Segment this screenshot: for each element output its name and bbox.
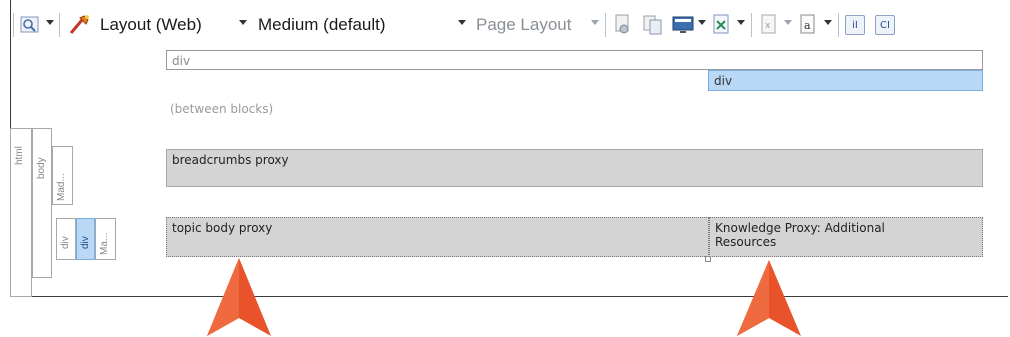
chevron-down-icon[interactable] — [591, 20, 599, 25]
structure-label-ma: Ma... — [99, 232, 110, 255]
preview-icon[interactable] — [611, 13, 635, 37]
structure-bar-mad[interactable]: Mad... — [52, 146, 73, 205]
page-layout-dropdown[interactable]: Page Layout — [476, 13, 571, 37]
topic-body-proxy-label: topic body proxy — [172, 221, 273, 235]
structure-label-body: body — [36, 157, 47, 179]
div-block-label: div — [172, 54, 191, 68]
div-block-label: div — [714, 74, 733, 88]
toolbar: Layout (Web) Medium (default) Page Layou… — [11, 0, 1007, 47]
knowledge-proxy[interactable]: Knowledge Proxy: Additional Resources — [709, 217, 983, 257]
variable-icon[interactable]: x — [757, 13, 781, 37]
chevron-down-icon[interactable] — [737, 20, 745, 25]
medium-dropdown[interactable]: Medium (default) — [258, 13, 386, 37]
arrow-pointer-icon — [207, 258, 271, 336]
chevron-down-icon[interactable] — [698, 20, 706, 25]
ci-icon[interactable]: CI — [873, 13, 897, 37]
chevron-down-icon[interactable] — [46, 20, 54, 25]
breadcrumbs-proxy[interactable]: breadcrumbs proxy — [166, 149, 983, 187]
structure-label-div: div — [60, 236, 71, 249]
toolbar-separator — [13, 13, 14, 37]
chevron-down-icon[interactable] — [824, 20, 832, 25]
between-blocks-label: (between blocks) — [170, 102, 274, 116]
div-block-top[interactable]: div — [166, 50, 983, 70]
knowledge-proxy-label: Knowledge Proxy: Additional Resources — [715, 221, 885, 249]
chevron-down-icon[interactable] — [784, 20, 792, 25]
structure-label-mad: Mad... — [56, 173, 67, 201]
resize-handle[interactable] — [705, 256, 711, 262]
structure-bar-ma[interactable]: Ma... — [95, 218, 116, 260]
view-icon[interactable] — [19, 13, 41, 37]
div-block-selected[interactable]: div — [708, 70, 983, 91]
copy-layout-icon[interactable] — [641, 13, 665, 37]
toolbar-separator — [59, 13, 60, 37]
style-wand-icon[interactable] — [67, 13, 93, 37]
toolbar-separator — [751, 13, 752, 37]
text-format-icon[interactable]: a — [796, 13, 820, 37]
structure-bar-html[interactable]: html — [10, 128, 32, 297]
topic-body-proxy[interactable]: topic body proxy — [166, 217, 709, 257]
structure-bar-div-selected[interactable]: div — [76, 218, 95, 260]
monitor-icon[interactable] — [671, 13, 695, 37]
toolbar-separator — [838, 13, 839, 37]
chevron-down-icon[interactable] — [458, 20, 466, 25]
svg-text:x: x — [765, 21, 771, 31]
svg-text:a: a — [804, 19, 811, 32]
chevron-down-icon[interactable] — [239, 20, 247, 25]
xml-icon[interactable] — [709, 13, 733, 37]
structure-bar-body[interactable]: body — [32, 128, 52, 278]
ii-icon[interactable]: iI — [843, 13, 867, 37]
structure-label-div-selected: div — [80, 236, 91, 249]
structure-bar-div[interactable]: div — [56, 218, 76, 260]
structure-label-html: html — [14, 146, 25, 165]
layout-dropdown[interactable]: Layout (Web) — [100, 13, 202, 37]
breadcrumbs-proxy-label: breadcrumbs proxy — [172, 153, 289, 167]
arrow-pointer-icon — [737, 260, 801, 336]
toolbar-separator — [605, 13, 606, 37]
